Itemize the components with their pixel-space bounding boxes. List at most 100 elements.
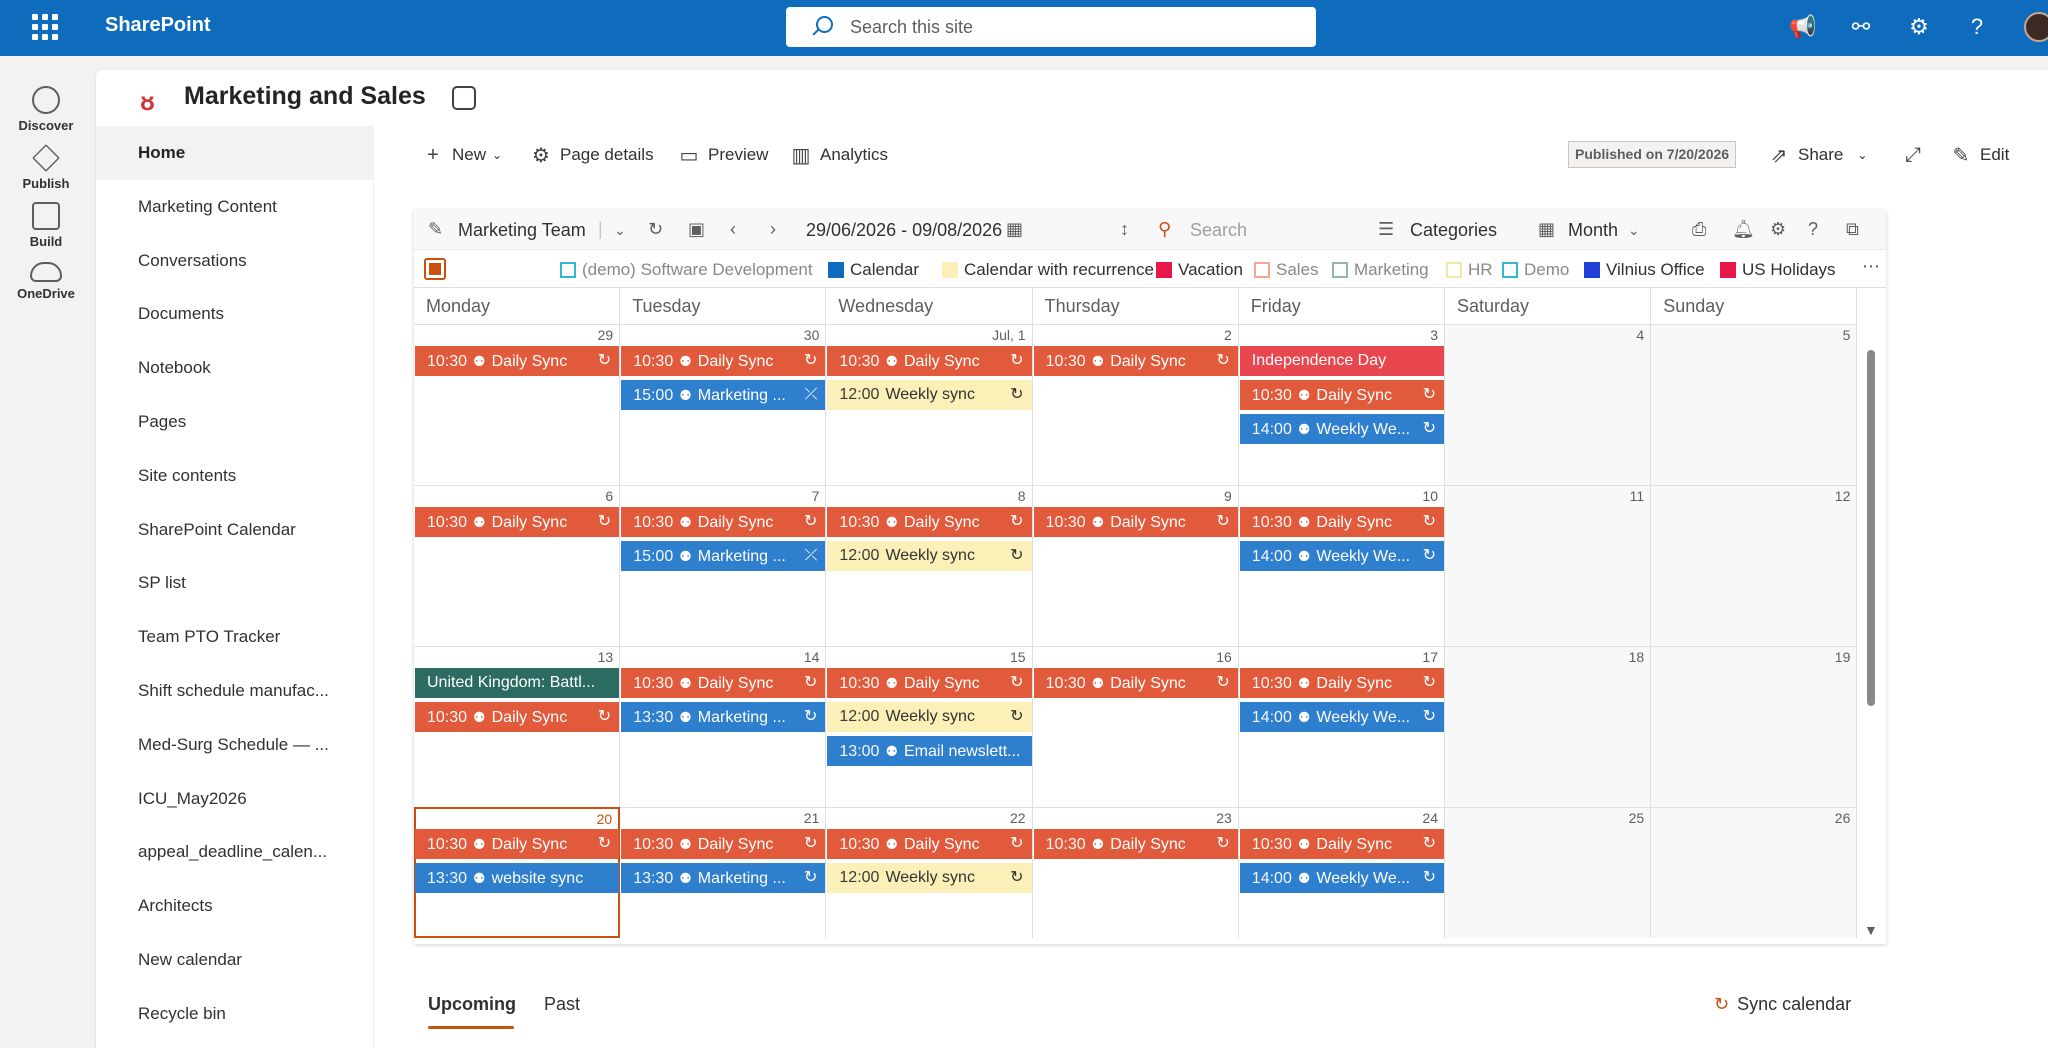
calendar-event[interactable]: 10:30 ⚉ Daily Sync ↻ (1033, 668, 1238, 698)
sync-calendar-button[interactable]: ↻ Sync calendar (1714, 994, 1851, 1015)
expand-button[interactable]: ⤢ (1902, 140, 1932, 170)
calendar-event[interactable]: 14:00 ⚉ Weekly We... ↻ (1239, 541, 1444, 571)
site-logo[interactable]: ᴕ (140, 86, 155, 117)
day-number[interactable]: 6 (605, 488, 613, 504)
day-number[interactable]: 30 (804, 327, 820, 343)
nav-item[interactable]: New calendar (96, 933, 374, 987)
day-number[interactable]: 13 (598, 649, 614, 665)
day-number[interactable]: 7 (812, 488, 820, 504)
calendar-event[interactable]: 10:30 ⚉ Daily Sync ↻ (827, 668, 1032, 698)
teams-icon[interactable] (452, 86, 476, 110)
day-cell[interactable]: 19 (1651, 646, 1858, 807)
calendar-event[interactable]: 13:30 ⚉ Marketing ... ↻ (621, 863, 826, 893)
calendar-event[interactable]: 10:30 ⚉ Daily Sync ↻ (1033, 829, 1238, 859)
day-number[interactable]: 23 (1216, 810, 1232, 826)
day-number[interactable]: 14 (804, 649, 820, 665)
chevron-down-icon[interactable]: ⌄ (614, 222, 626, 239)
tab-past[interactable]: Past (544, 994, 580, 1015)
day-number[interactable]: 19 (1835, 649, 1851, 665)
calendar-event[interactable]: 12:00 Weekly sync ↻ (827, 863, 1032, 893)
previous-icon[interactable]: ‹ (730, 219, 736, 240)
rail-publish[interactable]: Publish (0, 144, 92, 191)
day-number[interactable]: Jul, 1 (992, 327, 1025, 343)
date-range[interactable]: 29/06/2026 - 09/08/2026 (806, 220, 1002, 241)
categories-button[interactable]: Categories (1410, 220, 1497, 241)
nav-item[interactable]: Marketing Content (96, 180, 374, 234)
date-picker-icon[interactable]: ▦ (1006, 219, 1023, 240)
day-cell[interactable]: 12 (1651, 485, 1858, 646)
calendar-source[interactable]: Marketing Team (458, 220, 586, 241)
day-number[interactable]: 12 (1835, 488, 1851, 504)
calendar-event[interactable]: 12:00 Weekly sync ↻ (827, 380, 1032, 410)
legend-item[interactable]: Marketing (1332, 260, 1429, 280)
calendar-event[interactable]: 10:30 ⚉ Daily Sync ↻ (827, 346, 1032, 376)
calendar-event[interactable]: United Kingdom: Battl... (415, 668, 620, 698)
share-network-icon[interactable]: ⚯ (1846, 12, 1876, 42)
day-number[interactable]: 24 (1422, 810, 1438, 826)
bell-icon[interactable]: 🔔︎ (1732, 219, 1755, 240)
day-cell[interactable]: 26 (1651, 807, 1858, 938)
day-number[interactable]: 18 (1629, 649, 1645, 665)
site-title[interactable]: Marketing and Sales (184, 82, 426, 111)
nav-item[interactable]: Notebook (96, 341, 374, 395)
calendar-event[interactable]: 10:30 ⚉ Daily Sync ↻ (1033, 346, 1238, 376)
settings-gear-icon[interactable]: ⚙ (1904, 12, 1934, 42)
calendar-event[interactable]: 13:30 ⚉ Marketing ... ↻ (621, 702, 826, 732)
calendar-event[interactable]: 13:00 ⚉ Email newslett... (827, 736, 1032, 766)
nav-item[interactable]: Med-Surg Schedule — ... (96, 718, 374, 772)
nav-item[interactable]: Documents (96, 287, 374, 341)
help-icon[interactable]: ? (1808, 219, 1818, 240)
legend-item[interactable]: Calendar with recurrence (942, 260, 1154, 280)
calendar-event[interactable]: 10:30 ⚉ Daily Sync ↻ (415, 346, 620, 376)
legend-item[interactable]: US Holidays (1720, 260, 1836, 280)
day-number[interactable]: 4 (1636, 327, 1644, 343)
calendar-event[interactable]: 15:00 ⚉ Marketing ... ⤫ (621, 541, 826, 571)
nav-item[interactable]: Architects (96, 879, 374, 933)
day-number[interactable]: 20 (597, 811, 613, 827)
tab-upcoming[interactable]: Upcoming (428, 994, 516, 1015)
new-button[interactable]: + New ⌄ (422, 140, 502, 170)
calendar-event[interactable]: 13:30 ⚉ website sync (415, 863, 620, 893)
rail-onedrive[interactable]: OneDrive (0, 262, 92, 302)
day-cell[interactable]: 23 (1032, 807, 1239, 938)
day-number[interactable]: 22 (1010, 810, 1026, 826)
calendar-event[interactable]: 10:30 ⚉ Daily Sync ↻ (415, 507, 620, 537)
day-number[interactable]: 25 (1629, 810, 1645, 826)
select-all-checkbox[interactable] (424, 258, 446, 280)
calendar-event[interactable]: 10:30 ⚉ Daily Sync ↻ (621, 829, 826, 859)
edit-button[interactable]: ✎ Edit (1950, 140, 2010, 170)
chevron-down-icon[interactable]: ⌄ (1628, 222, 1640, 239)
calendar-event[interactable]: 14:00 ⚉ Weekly We... ↻ (1239, 702, 1444, 732)
day-cell[interactable]: 11 (1445, 485, 1652, 646)
day-number[interactable]: 15 (1010, 649, 1026, 665)
calendar-event[interactable]: 10:30 ⚉ Daily Sync ↻ (621, 507, 826, 537)
page-details-button[interactable]: ⚙ Page details (530, 140, 654, 170)
scroll-down-icon[interactable]: ▼ (1864, 922, 1878, 938)
day-cell[interactable]: 5 (1651, 324, 1858, 485)
legend-item[interactable]: Vacation (1156, 260, 1243, 280)
day-number[interactable]: 8 (1018, 488, 1026, 504)
nav-item[interactable]: ICU_May2026 (96, 772, 374, 826)
rail-build[interactable]: Build (0, 202, 92, 249)
popout-icon[interactable]: ⧉ (1846, 219, 1859, 240)
day-number[interactable]: 9 (1224, 488, 1232, 504)
day-number[interactable]: 17 (1422, 649, 1438, 665)
nav-item[interactable]: Home (96, 126, 374, 180)
calendar-search-input[interactable]: Search (1190, 220, 1247, 241)
calendar-event[interactable]: 10:30 ⚉ Daily Sync ↻ (827, 507, 1032, 537)
nav-item[interactable]: Recycle bin (96, 987, 374, 1041)
calendar-event[interactable]: 14:00 ⚉ Weekly We... ↻ (1239, 863, 1444, 893)
nav-item[interactable]: SharePoint Calendar (96, 503, 374, 557)
day-cell[interactable]: 4 (1445, 324, 1652, 485)
app-launcher-icon[interactable] (32, 14, 58, 40)
nav-item[interactable]: Conversations (96, 234, 374, 288)
calendar-event[interactable]: Independence Day (1239, 346, 1444, 376)
calendar-event[interactable]: 10:30 ⚉ Daily Sync ↻ (415, 829, 620, 859)
legend-item[interactable]: Sales (1254, 260, 1319, 280)
calendar-event[interactable]: 10:30 ⚉ Daily Sync ↻ (621, 346, 826, 376)
day-number[interactable]: 29 (598, 327, 614, 343)
nav-item[interactable]: Site contents (96, 449, 374, 503)
calendar-event[interactable]: 10:30 ⚉ Daily Sync ↻ (1239, 668, 1444, 698)
calendar-event[interactable]: 10:30 ⚉ Daily Sync ↻ (621, 668, 826, 698)
legend-item[interactable]: Demo (1502, 260, 1569, 280)
